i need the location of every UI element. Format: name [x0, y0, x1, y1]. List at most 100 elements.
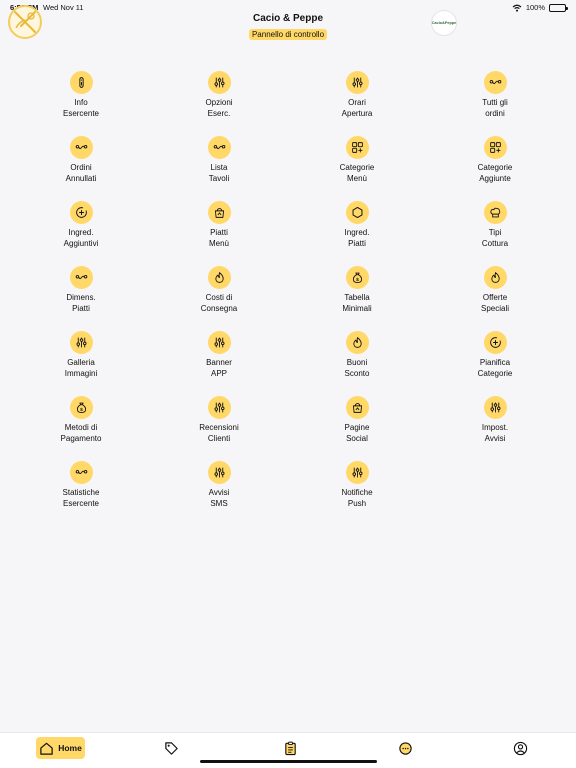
route-icon [69, 266, 93, 289]
tile-label-line: Categorie [477, 368, 513, 378]
tile-label-line: Tavoli [208, 173, 230, 183]
dashboard-tile[interactable]: Orari Apertura [288, 71, 426, 136]
tile-label-line: Info [74, 98, 88, 107]
dashboard-tile[interactable]: Ingred. Aggiuntivi [12, 201, 150, 266]
dashboard-tile[interactable]: Buoni Sconto [288, 331, 426, 396]
tab-home[interactable]: Home [36, 737, 85, 759]
tag-icon [164, 741, 178, 755]
route-icon [69, 136, 93, 159]
tile-label: Categorie Aggiunte [455, 163, 535, 184]
tile-label-line: Piatti [72, 303, 90, 313]
route-icon [483, 71, 507, 94]
tile-label: Tutti gli ordini [455, 98, 535, 119]
dashboard-tile[interactable]: Recensioni Clienti [150, 396, 288, 461]
dashboard-tile[interactable]: Piatti Menù [150, 201, 288, 266]
dashboard-tile[interactable]: $ Metodi di Pagamento [12, 396, 150, 461]
dashboard-tile[interactable]: $ Tabella Minimali [288, 266, 426, 331]
dashboard-grid: Info Esercente Opzioni Eserc. Orari Apertura T… [12, 71, 564, 526]
dashboard-tile[interactable]: Ingred. Piatti [288, 201, 426, 266]
sliders-icon [207, 461, 231, 484]
tile-label: Tipi Cottura [455, 228, 535, 249]
tile-label: Buoni Sconto [317, 358, 397, 379]
dashboard-tile[interactable]: Costi di Consegna [150, 266, 288, 331]
dashboard-tile[interactable]: Ordini Annullati [12, 136, 150, 201]
tile-label: Orari Apertura [317, 98, 397, 119]
dashboard-tile[interactable]: Avvisi SMS [150, 461, 288, 526]
tile-label-line: Ingred. [344, 228, 370, 237]
tile-label-line: Menù [208, 238, 229, 248]
page-subtitle: Pannello di controllo [248, 29, 328, 40]
tile-label-line: Consegna [200, 303, 238, 313]
add-circle-icon [483, 331, 507, 354]
tab-orders[interactable] [280, 737, 300, 759]
dashboard-tile[interactable]: Tipi Cottura [426, 201, 564, 266]
dashboard-tile[interactable]: Info Esercente [12, 71, 150, 136]
dashboard-tile[interactable]: Notifiche Push [288, 461, 426, 526]
tile-label-line: Ordini [70, 163, 92, 172]
tile-label-line: Pagine [344, 423, 370, 432]
tile-label: Dimens. Piatti [41, 293, 121, 314]
dashboard-tile[interactable]: Opzioni Eserc. [150, 71, 288, 136]
sliders-icon [483, 396, 507, 419]
tile-label: Pianifica Categorie [455, 358, 535, 379]
tile-label-line: ordini [485, 108, 505, 118]
dashboard-tile[interactable]: Pagine Social [288, 396, 426, 461]
tile-label-line: Tutti gli [482, 98, 508, 107]
tile-label: Recensioni Clienti [179, 423, 259, 444]
grid-plus-icon [345, 136, 369, 159]
tile-label-line: Immagini [64, 368, 98, 378]
tile-label: Impost. Avvisi [455, 423, 535, 444]
chat-icon [398, 741, 412, 755]
tab-profile[interactable] [511, 737, 529, 759]
tile-label-line: Tabella [344, 293, 370, 302]
dashboard-tile[interactable]: Galleria Immagini [12, 331, 150, 396]
dashboard-tile[interactable]: Statistiche Esercente [12, 461, 150, 526]
tile-label-line: Aggiuntivi [63, 238, 99, 248]
tab-home-label: Home [58, 743, 82, 753]
money-bag-icon: $ [345, 266, 369, 289]
dashboard-tile[interactable]: Impost. Avvisi [426, 396, 564, 461]
tile-label: Notifiche Push [317, 488, 397, 509]
tile-label: Costi di Consegna [179, 293, 259, 314]
dashboard-tile[interactable]: Banner APP [150, 331, 288, 396]
header: Cacio & Peppe Pannello di controllo Caci… [0, 0, 576, 46]
tab-messages[interactable] [396, 737, 414, 759]
tile-label: Ingred. Aggiuntivi [41, 228, 121, 249]
tile-label: Piatti Menù [179, 228, 259, 249]
tile-label: Opzioni Eserc. [179, 98, 259, 119]
page-title: Cacio & Peppe [252, 13, 324, 24]
tile-label-line: Metodi di [64, 423, 98, 432]
partner-logo-text: Cacio&Peppe [431, 21, 457, 25]
tile-label-line: Opzioni [205, 98, 233, 107]
tile-label-line: Avvisi [208, 488, 230, 497]
tile-label: Ingred. Piatti [317, 228, 397, 249]
route-icon [207, 136, 231, 159]
dashboard-tile[interactable]: Tutti gli ordini [426, 71, 564, 136]
tile-label-line: Lista [210, 163, 228, 172]
tile-label-line: Esercente [62, 498, 100, 508]
profile-icon [513, 741, 527, 755]
dashboard-tile[interactable]: Dimens. Piatti [12, 266, 150, 331]
tab-offers[interactable] [162, 737, 180, 759]
tile-label: Categorie Menù [317, 163, 397, 184]
dashboard-tile[interactable]: Lista Tavoli [150, 136, 288, 201]
bag-icon [345, 396, 369, 419]
tile-label-line: Clienti [207, 433, 231, 443]
tile-label: Ordini Annullati [41, 163, 121, 184]
tile-label-line: Pagamento [60, 433, 102, 443]
svg-text:$: $ [80, 407, 83, 413]
dashboard-tile[interactable]: Pianifica Categorie [426, 331, 564, 396]
partner-logo: Cacio&Peppe [431, 10, 457, 36]
dashboard-tile[interactable]: Categorie Menù [288, 136, 426, 201]
home-icon [40, 742, 53, 755]
sliders-icon [207, 396, 231, 419]
sliders-icon [207, 71, 231, 94]
dashboard-tile[interactable]: Categorie Aggiunte [426, 136, 564, 201]
dashboard-tile[interactable]: Offerte Speciali [426, 266, 564, 331]
tile-label-line: Ingred. [68, 228, 94, 237]
flame-icon [345, 331, 369, 354]
sliders-icon [69, 331, 93, 354]
tile-label-line: Push [347, 498, 367, 508]
tile-label-line: Menù [346, 173, 367, 183]
home-indicator [200, 760, 377, 763]
